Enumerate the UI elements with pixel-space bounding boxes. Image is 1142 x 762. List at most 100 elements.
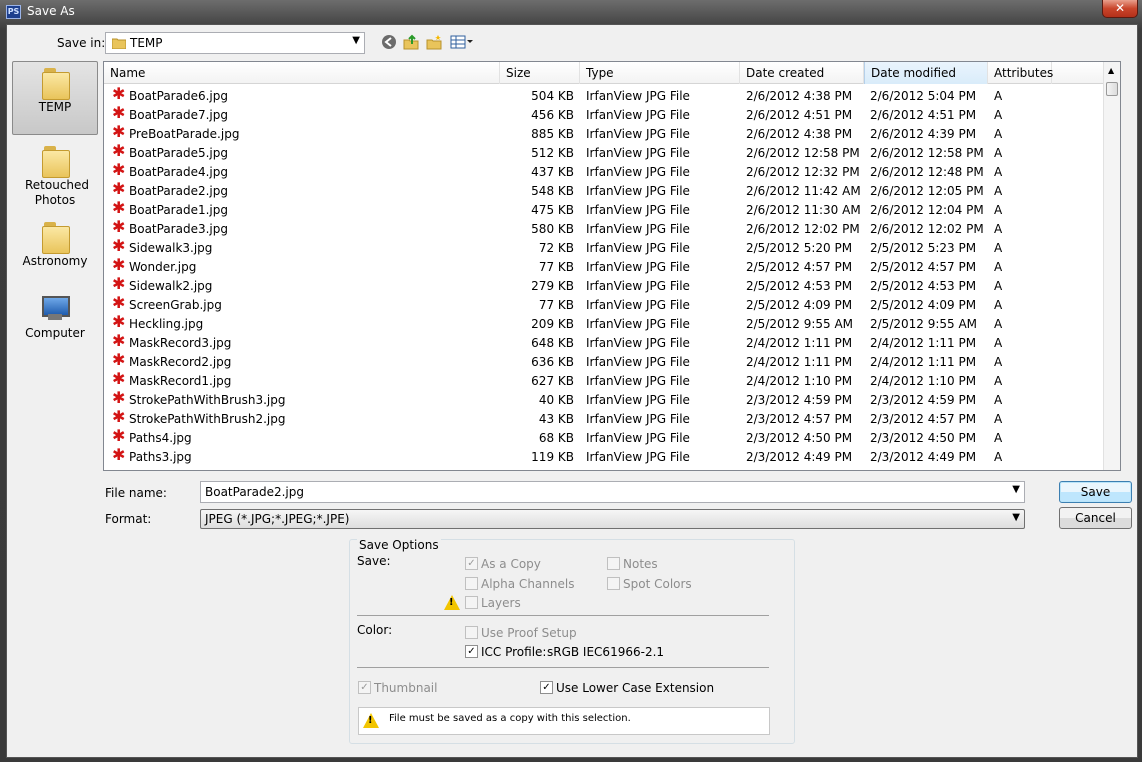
table-row[interactable]: Sidewalk3.jpg 72 KB IrfanView JPG File 2/5/… bbox=[104, 239, 1120, 258]
date-created-cell-text: 2/6/2012 11:42 AM bbox=[746, 184, 861, 198]
file-type-cell: IrfanView JPG File bbox=[586, 201, 736, 220]
table-row[interactable]: BoatParade2.jpg 548 KB IrfanView JPG File 2… bbox=[104, 182, 1120, 201]
file-name-cell-text: Sidewalk2.jpg bbox=[129, 279, 213, 293]
date-modified-cell-text: 2/3/2012 4:50 PM bbox=[870, 431, 977, 445]
date-modified-cell: 2/3/2012 4:57 PM bbox=[870, 410, 990, 429]
format-select[interactable]: JPEG (*.JPG;*.JPEG;*.JPE) ▼ bbox=[200, 509, 1025, 529]
back-arrow-icon bbox=[382, 35, 396, 49]
table-row[interactable]: BoatParade3.jpg 580 KB IrfanView JPG File 2… bbox=[104, 220, 1120, 239]
file-size-cell: 43 KB bbox=[502, 410, 574, 429]
place-retouched-photos[interactable]: Retouched Photos bbox=[12, 139, 98, 209]
table-row[interactable]: MaskRecord2.jpg 636 KB IrfanView JPG File 2… bbox=[104, 353, 1120, 372]
date-modified-cell-text: 2/5/2012 5:23 PM bbox=[870, 241, 977, 255]
irfanview-file-icon bbox=[112, 239, 126, 255]
folder-icon bbox=[111, 37, 127, 52]
warning-icon: ! bbox=[363, 713, 379, 728]
title-bar[interactable]: PS Save As ✕ bbox=[0, 0, 1142, 24]
attributes-cell-text: A bbox=[994, 260, 1003, 274]
icc-profile-checkbox[interactable]: ✓ bbox=[465, 645, 478, 658]
date-created-cell: 2/6/2012 4:51 PM bbox=[746, 106, 866, 125]
file-name-cell-text: BoatParade1.jpg bbox=[129, 203, 228, 217]
table-row[interactable]: Sidewalk2.jpg 279 KB IrfanView JPG File 2/5… bbox=[104, 277, 1120, 296]
computer-icon bbox=[40, 296, 70, 322]
file-size-cell: 77 KB bbox=[502, 258, 574, 277]
up-folder-button[interactable] bbox=[401, 34, 421, 52]
file-name-cell-text: BoatParade5.jpg bbox=[129, 146, 228, 160]
file-type-cell-text: IrfanView JPG File bbox=[586, 203, 690, 217]
save-in-dropdown[interactable]: TEMP ▼ bbox=[105, 32, 365, 54]
attributes-cell-text: A bbox=[994, 450, 1003, 464]
column-header-type[interactable]: Type bbox=[580, 62, 740, 84]
table-row[interactable]: MaskRecord1.jpg 627 KB IrfanView JPG File 2… bbox=[104, 372, 1120, 391]
alpha-channels-checkbox[interactable] bbox=[465, 577, 478, 590]
date-created-cell-text: 2/5/2012 5:20 PM bbox=[746, 241, 853, 255]
column-header-date-created[interactable]: Date created bbox=[740, 62, 864, 84]
new-folder-icon bbox=[426, 35, 442, 50]
close-button[interactable]: ✕ bbox=[1102, 0, 1138, 18]
file-name-value: BoatParade2.jpg bbox=[205, 485, 304, 499]
table-row[interactable]: Paths4.jpg 68 KB IrfanView JPG File 2/3/201… bbox=[104, 429, 1120, 448]
file-type-cell-text: IrfanView JPG File bbox=[586, 222, 690, 236]
save-options-title: Save Options bbox=[357, 538, 441, 552]
scroll-up-icon[interactable]: ▲ bbox=[1108, 66, 1114, 75]
table-row[interactable]: Wonder.jpg 77 KB IrfanView JPG File 2/5/201… bbox=[104, 258, 1120, 277]
file-name-input[interactable]: BoatParade2.jpg ▼ bbox=[200, 481, 1025, 503]
table-row[interactable]: BoatParade7.jpg 456 KB IrfanView JPG File 2… bbox=[104, 106, 1120, 125]
lower-case-extension-checkbox[interactable]: ✓ bbox=[540, 681, 553, 694]
file-list[interactable]: Name Size Type Date created Date modifie… bbox=[103, 61, 1121, 471]
chevron-down-icon[interactable]: ▼ bbox=[1012, 484, 1020, 495]
back-button[interactable] bbox=[379, 34, 399, 52]
attributes-cell: A bbox=[994, 239, 1034, 258]
file-size-cell-text: 548 KB bbox=[531, 184, 574, 198]
table-row[interactable]: PreBoatParade.jpg 885 KB IrfanView JPG Fil… bbox=[104, 125, 1120, 144]
layers-checkbox[interactable] bbox=[465, 596, 478, 609]
table-row[interactable]: ScreenGrab.jpg 77 KB IrfanView JPG File 2/5… bbox=[104, 296, 1120, 315]
column-header-size[interactable]: Size bbox=[500, 62, 580, 84]
table-row[interactable]: BoatParade4.jpg 437 KB IrfanView JPG File 2… bbox=[104, 163, 1120, 182]
vertical-scrollbar[interactable]: ▲ bbox=[1103, 62, 1120, 470]
table-row[interactable]: BoatParade6.jpg 504 KB IrfanView JPG File 2… bbox=[104, 87, 1120, 106]
column-header-attributes[interactable]: Attributes bbox=[988, 62, 1053, 84]
place-temp[interactable]: TEMP bbox=[12, 61, 98, 135]
spot-colors-checkbox[interactable] bbox=[607, 577, 620, 590]
place-label: Retouched Photos bbox=[25, 178, 90, 207]
table-row[interactable]: BoatParade5.jpg 512 KB IrfanView JPG File 2… bbox=[104, 144, 1120, 163]
file-name-cell: BoatParade7.jpg bbox=[112, 106, 502, 125]
as-a-copy-checkbox[interactable]: ✓ bbox=[465, 557, 478, 570]
irfanview-file-icon bbox=[112, 220, 126, 236]
date-modified-cell: 2/4/2012 1:11 PM bbox=[870, 334, 990, 353]
file-size-cell-text: 648 KB bbox=[531, 336, 574, 350]
file-size-cell-text: 72 KB bbox=[538, 241, 574, 255]
table-row[interactable]: Paths3.jpg 119 KB IrfanView JPG File 2/3/20… bbox=[104, 448, 1120, 467]
new-folder-button[interactable] bbox=[424, 34, 444, 52]
notes-checkbox[interactable] bbox=[607, 557, 620, 570]
table-row[interactable]: StrokePathWithBrush2.jpg 43 KB IrfanView J… bbox=[104, 410, 1120, 429]
table-row[interactable]: StrokePathWithBrush3.jpg 40 KB IrfanView J… bbox=[104, 391, 1120, 410]
date-created-cell: 2/4/2012 1:11 PM bbox=[746, 334, 866, 353]
file-name-cell: StrokePathWithBrush3.jpg bbox=[112, 391, 502, 410]
date-created-cell: 2/5/2012 9:55 AM bbox=[746, 315, 866, 334]
table-row[interactable]: MaskRecord3.jpg 648 KB IrfanView JPG File 2… bbox=[104, 334, 1120, 353]
save-button[interactable]: Save bbox=[1059, 481, 1132, 503]
use-proof-setup-checkbox[interactable] bbox=[465, 626, 478, 639]
date-created-cell-text: 2/3/2012 4:59 PM bbox=[746, 393, 853, 407]
file-size-cell-text: 68 KB bbox=[538, 431, 574, 445]
save-in-label: Save in: bbox=[57, 36, 106, 50]
file-size-cell-text: 209 KB bbox=[531, 317, 574, 331]
dialog-client: Save in: TEMP ▼ TEMP Retouched Photos As… bbox=[6, 24, 1138, 758]
attributes-cell-text: A bbox=[994, 355, 1003, 369]
thumbnail-checkbox[interactable]: ✓ bbox=[358, 681, 371, 694]
column-header-date-modified[interactable]: Date modified bbox=[864, 62, 988, 84]
column-header-name[interactable]: Name bbox=[104, 62, 500, 84]
file-size-cell-text: 580 KB bbox=[531, 222, 574, 236]
cancel-button[interactable]: Cancel bbox=[1059, 507, 1132, 529]
date-modified-cell-text: 2/3/2012 4:59 PM bbox=[870, 393, 977, 407]
table-row[interactable]: Heckling.jpg 209 KB IrfanView JPG File 2/5/… bbox=[104, 315, 1120, 334]
date-created-cell-text: 2/3/2012 4:50 PM bbox=[746, 431, 853, 445]
place-astronomy[interactable]: Astronomy bbox=[12, 215, 98, 271]
views-menu-button[interactable] bbox=[449, 34, 475, 52]
table-row[interactable]: BoatParade1.jpg 475 KB IrfanView JPG File 2… bbox=[104, 201, 1120, 220]
place-computer[interactable]: Computer bbox=[12, 291, 98, 347]
scrollbar-thumb[interactable] bbox=[1106, 82, 1118, 96]
attributes-cell: A bbox=[994, 448, 1034, 467]
